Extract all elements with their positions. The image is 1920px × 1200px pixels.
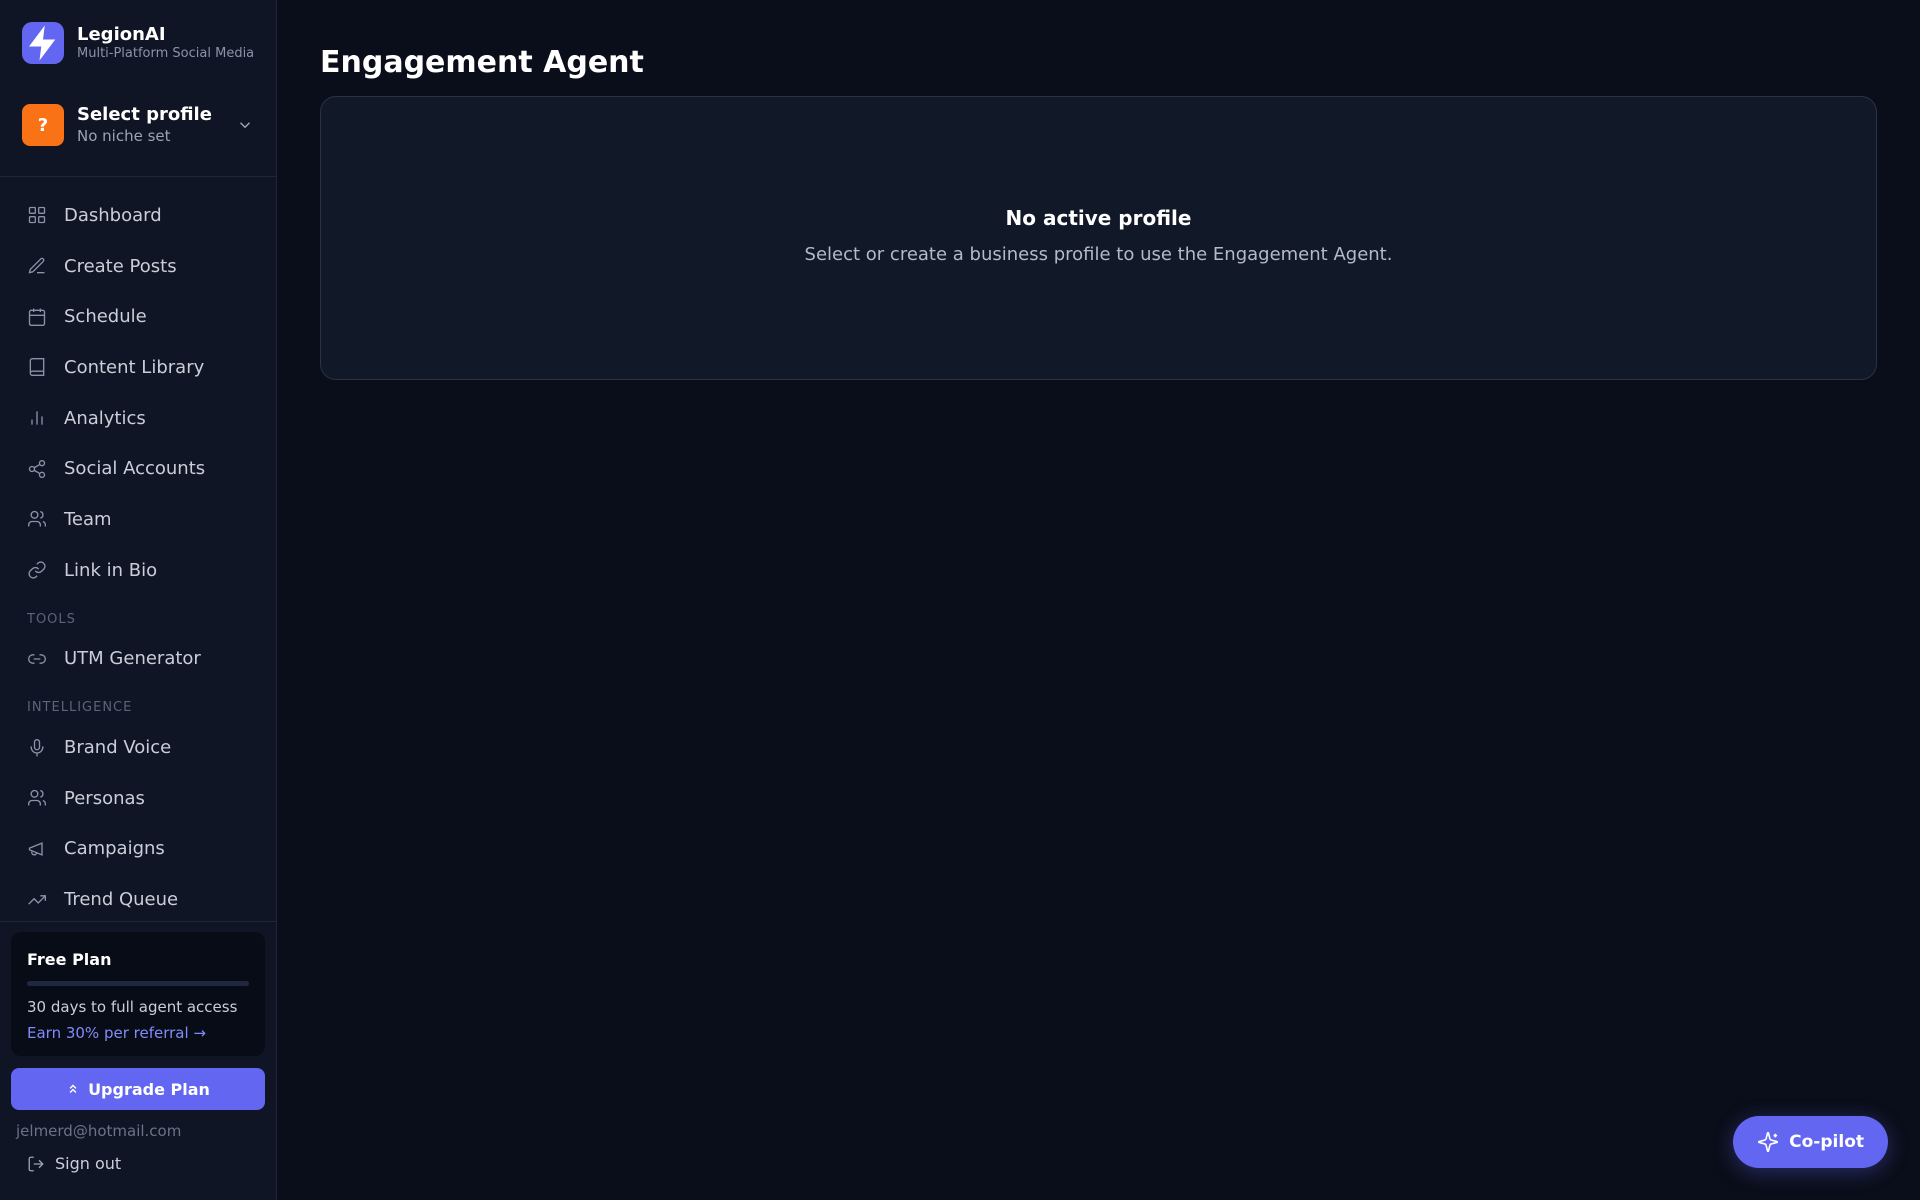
- sidebar-item-content-library[interactable]: Content Library: [0, 342, 276, 393]
- copilot-label: Co-pilot: [1789, 1132, 1864, 1152]
- plan-progress-bar: [27, 981, 249, 986]
- sidebar: LegionAI Multi-Platform Social Media ? S…: [0, 0, 277, 1200]
- chevron-down-icon: [236, 116, 254, 134]
- upgrade-plan-button[interactable]: Upgrade Plan: [11, 1068, 265, 1110]
- grid-icon: [27, 205, 47, 225]
- users-icon: [27, 788, 47, 808]
- sparkles-icon: [1757, 1131, 1779, 1153]
- empty-state-title: No active profile: [1005, 206, 1192, 230]
- profile-name: Select profile: [77, 104, 212, 125]
- trending-up-icon: [27, 890, 47, 910]
- plan-description: 30 days to full agent access: [27, 998, 238, 1016]
- sidebar-item-label: Team: [64, 508, 112, 530]
- users-icon: [27, 509, 47, 529]
- sidebar-item-label: Schedule: [64, 306, 147, 328]
- bar-chart-icon: [27, 408, 47, 428]
- copilot-button[interactable]: Co-pilot: [1733, 1116, 1888, 1168]
- book-icon: [27, 357, 47, 377]
- sidebar-item-label: Trend Queue: [64, 889, 179, 911]
- sidebar-item-link-in-bio[interactable]: Link in Bio: [0, 545, 276, 596]
- link-icon: [27, 560, 47, 580]
- empty-state-card: No active profile Select or create a bus…: [320, 96, 1877, 380]
- app-shell: LegionAI Multi-Platform Social Media ? S…: [0, 0, 1920, 1200]
- lightning-icon: [22, 21, 64, 64]
- sidebar-item-label: Social Accounts: [64, 458, 206, 480]
- referral-link[interactable]: Earn 30% per referral →: [27, 1024, 249, 1042]
- sign-out-button[interactable]: Sign out: [11, 1154, 265, 1173]
- sidebar-item-analytics[interactable]: Analytics: [0, 393, 276, 444]
- sidebar-item-dashboard[interactable]: Dashboard: [0, 190, 276, 241]
- main-content: Engagement Agent No active profile Selec…: [277, 0, 1920, 1200]
- section-label-tools: TOOLS: [27, 611, 76, 627]
- profile-selector[interactable]: ? Select profile No niche set: [0, 102, 276, 148]
- chevrons-up-icon: [66, 1082, 80, 1096]
- sign-out-label: Sign out: [55, 1154, 122, 1173]
- plan-section: Free Plan 30 days to full agent access E…: [0, 921, 276, 1200]
- sidebar-item-label: Brand Voice: [64, 737, 172, 759]
- sidebar-item-campaigns[interactable]: Campaigns: [0, 824, 276, 875]
- sidebar-item-team[interactable]: Team: [0, 494, 276, 545]
- sidebar-item-label: Personas: [64, 787, 145, 809]
- sidebar-item-label: Content Library: [64, 356, 205, 378]
- microphone-icon: [27, 738, 47, 758]
- sidebar-item-trend-queue[interactable]: Trend Queue: [0, 874, 276, 921]
- sidebar-item-social-accounts[interactable]: Social Accounts: [0, 443, 276, 494]
- log-out-icon: [27, 1155, 45, 1173]
- sidebar-item-brand-voice[interactable]: Brand Voice: [0, 722, 276, 773]
- page-title: Engagement Agent: [320, 45, 644, 80]
- sidebar-item-label: UTM Generator: [64, 648, 201, 670]
- brand-name: LegionAI: [77, 23, 166, 45]
- sidebar-item-utm-generator[interactable]: UTM Generator: [0, 634, 276, 685]
- pen-icon: [27, 256, 47, 276]
- sidebar-item-label: Link in Bio: [64, 559, 158, 581]
- profile-avatar: ?: [22, 104, 64, 146]
- sidebar-item-label: Dashboard: [64, 204, 162, 226]
- sidebar-item-label: Campaigns: [64, 838, 165, 860]
- empty-state-text: Select or create a business profile to u…: [804, 244, 1393, 265]
- brand[interactable]: LegionAI Multi-Platform Social Media: [0, 0, 276, 64]
- sidebar-item-schedule[interactable]: Schedule: [0, 291, 276, 342]
- megaphone-icon: [27, 839, 47, 859]
- link-chain-icon: [27, 649, 47, 669]
- calendar-icon: [27, 307, 47, 327]
- brand-subtitle: Multi-Platform Social Media: [77, 45, 255, 61]
- sidebar-item-personas[interactable]: Personas: [0, 773, 276, 824]
- profile-niche: No niche set: [77, 127, 171, 145]
- plan-card: Free Plan 30 days to full agent access E…: [11, 932, 265, 1056]
- sidebar-item-label: Create Posts: [64, 255, 177, 277]
- upgrade-plan-label: Upgrade Plan: [88, 1079, 210, 1099]
- sidebar-nav: Dashboard Create Posts Schedule Content …: [0, 177, 276, 921]
- share-icon: [27, 459, 47, 479]
- sidebar-item-create-posts[interactable]: Create Posts: [0, 241, 276, 292]
- sidebar-item-label: Analytics: [64, 407, 146, 429]
- user-email: jelmerd@hotmail.com: [16, 1122, 182, 1140]
- section-label-intelligence: INTELLIGENCE: [27, 700, 133, 716]
- plan-title: Free Plan: [27, 950, 112, 969]
